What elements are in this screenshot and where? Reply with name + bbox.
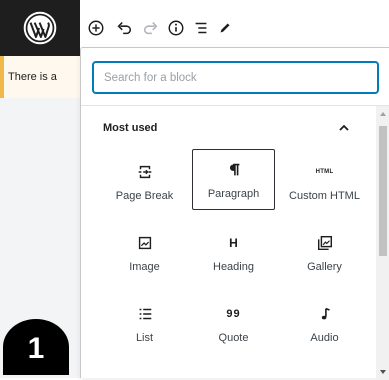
undo-icon[interactable] bbox=[114, 18, 134, 38]
block-gallery[interactable]: Gallery bbox=[283, 222, 366, 283]
block-label: Heading bbox=[213, 261, 254, 273]
block-label: List bbox=[135, 332, 154, 344]
block-label: Page Break bbox=[115, 190, 174, 202]
block-image[interactable]: Image bbox=[103, 222, 186, 283]
block-search-input[interactable] bbox=[92, 61, 379, 94]
step-number-badge: 1 bbox=[3, 319, 69, 375]
most-used-section-header[interactable]: Most used bbox=[81, 106, 369, 150]
notice-banner: There is a bbox=[0, 56, 80, 98]
block-page-break[interactable]: Page Break bbox=[103, 151, 186, 212]
outline-icon[interactable] bbox=[191, 18, 211, 38]
redo-icon[interactable] bbox=[141, 18, 161, 38]
block-inserter-popover: Most used Page Break Paragraph HTML bbox=[80, 47, 389, 380]
block-list-scrollbar[interactable] bbox=[376, 106, 389, 380]
scroll-up-arrow-icon[interactable] bbox=[380, 112, 386, 116]
quote-icon: 99 bbox=[226, 308, 241, 320]
section-title: Most used bbox=[103, 122, 158, 134]
block-custom-html[interactable]: HTML Custom HTML bbox=[283, 151, 366, 212]
html-icon: HTML bbox=[315, 169, 334, 175]
block-label: Gallery bbox=[307, 261, 342, 273]
block-label: Audio bbox=[310, 332, 339, 344]
paragraph-icon bbox=[225, 160, 243, 180]
info-icon[interactable] bbox=[166, 18, 186, 38]
block-label: Quote bbox=[218, 332, 249, 344]
block-label: Paragraph bbox=[207, 188, 260, 200]
gallery-icon bbox=[316, 233, 334, 253]
block-paragraph[interactable]: Paragraph bbox=[192, 149, 275, 210]
block-label: Custom HTML bbox=[289, 190, 360, 202]
block-list-panel: Most used Page Break Paragraph HTML Cust… bbox=[81, 105, 389, 380]
add-block-icon[interactable] bbox=[86, 18, 106, 38]
heading-icon: H bbox=[229, 236, 238, 250]
scroll-down-arrow-icon[interactable] bbox=[380, 370, 386, 374]
wordpress-icon bbox=[23, 11, 57, 45]
search-wrapper bbox=[92, 61, 379, 94]
wordpress-logo-button[interactable] bbox=[0, 0, 80, 56]
block-list[interactable]: List bbox=[103, 293, 186, 354]
edit-pencil-icon[interactable] bbox=[215, 18, 235, 38]
audio-icon bbox=[316, 304, 334, 324]
scroll-thumb[interactable] bbox=[379, 126, 387, 256]
block-label: Image bbox=[129, 261, 160, 273]
block-quote[interactable]: 99 Quote bbox=[192, 293, 275, 354]
image-icon bbox=[136, 233, 154, 253]
block-heading[interactable]: H Heading bbox=[192, 222, 275, 283]
chevron-up-icon[interactable] bbox=[337, 121, 351, 135]
block-audio[interactable]: Audio bbox=[283, 293, 366, 354]
page-break-icon bbox=[136, 162, 154, 182]
list-icon bbox=[136, 304, 154, 324]
notice-text: There is a bbox=[8, 71, 57, 83]
